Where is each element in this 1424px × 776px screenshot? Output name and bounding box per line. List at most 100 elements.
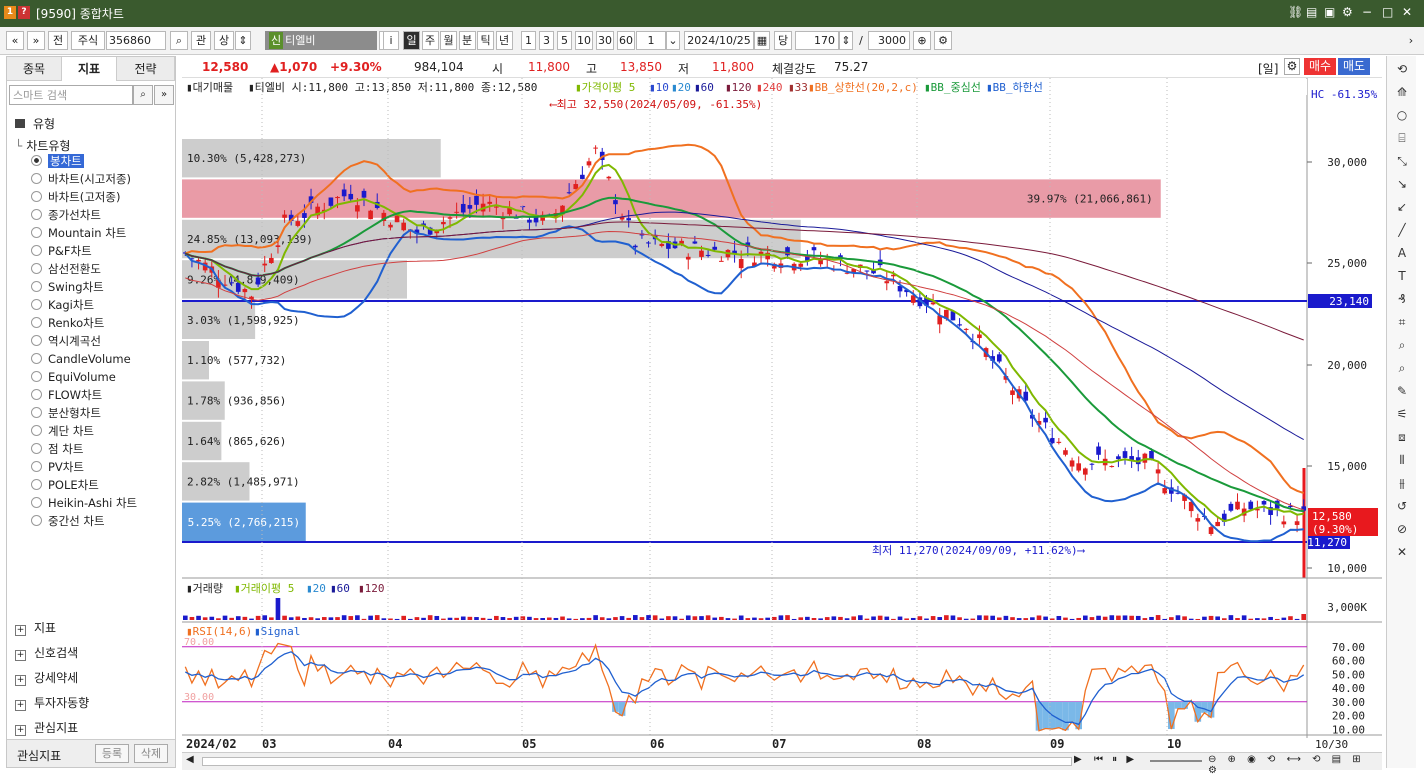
magnify-icon[interactable]: ⌕	[1393, 336, 1411, 354]
scroll-icon[interactable]: ⟰	[1393, 83, 1411, 101]
radio-icon[interactable]	[31, 245, 42, 256]
radio-icon[interactable]	[31, 479, 42, 490]
toolbar-more-button[interactable]: ›	[1404, 31, 1418, 50]
market-select[interactable]: 주식	[71, 31, 105, 50]
tab-indicator[interactable]: 지표	[62, 57, 117, 81]
radio-icon[interactable]	[31, 371, 42, 382]
chart-settings-icon[interactable]: ⚙	[934, 31, 952, 50]
chart-type-2[interactable]: 바차트(고저종)	[31, 189, 120, 206]
chart-type-7[interactable]: Swing차트	[31, 279, 104, 296]
expand-icon[interactable]: +	[15, 675, 26, 686]
minute-button-1[interactable]: 1	[521, 31, 536, 50]
text-auto-icon[interactable]: A	[1393, 244, 1411, 262]
maximize-icon[interactable]: □	[1382, 5, 1393, 19]
undo-icon[interactable]: ↺	[1393, 497, 1411, 515]
tab-stock[interactable]: 종목	[7, 57, 62, 81]
refresh-icon[interactable]: ⟲	[1393, 60, 1411, 78]
period-button-0[interactable]: 일	[403, 31, 420, 50]
chart-type-10[interactable]: 역시계곡선	[31, 333, 101, 350]
zoom-slider[interactable]	[1150, 760, 1202, 762]
sell-button[interactable]: 매도	[1338, 58, 1370, 75]
bars-icon[interactable]: ⫴	[1393, 451, 1411, 469]
radio-icon[interactable]	[31, 209, 42, 220]
chart-type-18[interactable]: POLE차트	[31, 477, 99, 494]
fib-icon[interactable]: ⧈	[1393, 428, 1411, 446]
radio-icon[interactable]	[31, 227, 42, 238]
zoom-in-icon[interactable]: ⌕	[1393, 359, 1411, 377]
chart-type-12[interactable]: EquiVolume	[31, 369, 116, 386]
chart-type-5[interactable]: P&F차트	[31, 243, 92, 260]
section-1[interactable]: + 신호검색	[15, 644, 78, 661]
chart-type-16[interactable]: 점 차트	[31, 441, 83, 458]
scroll-right-icon[interactable]: ▶	[1074, 754, 1082, 765]
expand-icon[interactable]: +	[15, 725, 26, 736]
clear-icon[interactable]: ⊘	[1393, 520, 1411, 538]
date-input[interactable]: 2024/10/25	[684, 31, 754, 50]
chart-type-14[interactable]: 분산형차트	[31, 405, 101, 422]
radio-icon[interactable]	[31, 299, 42, 310]
minimize-icon[interactable]: −	[1362, 5, 1372, 19]
gwan-button[interactable]: 관	[191, 31, 211, 50]
radio-icon[interactable]	[31, 173, 42, 184]
radio-icon[interactable]	[31, 263, 42, 274]
chart-svg[interactable]: 10.30% (5,428,273) 39.97% (21,066,861) 24.…	[182, 78, 1382, 752]
draw-icon[interactable]: ✎	[1393, 382, 1411, 400]
buy-button[interactable]: 매수	[1304, 58, 1336, 75]
bar-tool-icon[interactable]: ⌸	[1393, 129, 1411, 147]
dang-button[interactable]: 당	[774, 31, 792, 50]
close-icon[interactable]: ✕	[1402, 5, 1412, 19]
bottom-scroll-bar[interactable]: ◀ ▶ ⏮ ⏸ ▶ ⊖ ⊕ ◉ ⟲ ⟷ ⟲ ▤ ⊞ ⚙	[182, 752, 1382, 776]
register-button[interactable]: 등록	[95, 744, 129, 763]
line-icon[interactable]: ╱	[1393, 221, 1411, 239]
bars-input[interactable]: 170	[795, 31, 839, 50]
tab-strategy[interactable]: 전략	[117, 57, 175, 81]
smart-search-input[interactable]: 스마트 검색	[9, 85, 133, 105]
period-button-4[interactable]: 틱	[477, 31, 494, 50]
expand-icon[interactable]: +	[15, 625, 26, 636]
radio-icon[interactable]	[31, 155, 42, 166]
period-button-3[interactable]: 분	[458, 31, 476, 50]
radio-icon[interactable]	[31, 461, 42, 472]
section-2[interactable]: + 강세약세	[15, 669, 78, 686]
trend-icon[interactable]: ↙	[1393, 198, 1411, 216]
arrow-icon[interactable]: ↘	[1393, 175, 1411, 193]
prev-stock-button[interactable]: «	[6, 31, 24, 50]
settings-icon[interactable]: ⚙	[1342, 5, 1353, 19]
scrollbar-track[interactable]	[202, 757, 1072, 766]
period-button-5[interactable]: 년	[495, 31, 513, 50]
zoom-controls[interactable]: ⊖ ⊕ ◉ ⟲ ⟷ ⟲ ▤ ⊞ ⚙	[1208, 754, 1382, 776]
minute-button-30[interactable]: 30	[596, 31, 614, 50]
delete-icon[interactable]: ✕	[1393, 543, 1411, 561]
tree-root[interactable]: 유형	[15, 115, 55, 132]
tree-sub[interactable]: └ 차트유형	[15, 137, 70, 154]
minute-button-5[interactable]: 5	[557, 31, 572, 50]
grid-icon[interactable]: ⫵	[1393, 474, 1411, 492]
stock-name-field[interactable]: 신 티엘비	[265, 31, 377, 50]
camera-icon[interactable]: ▣	[1324, 5, 1335, 19]
bars-stepper[interactable]: ⇕	[839, 31, 853, 50]
chart-type-9[interactable]: Renko차트	[31, 315, 104, 332]
minute-button-60[interactable]: 60	[617, 31, 635, 50]
text-icon[interactable]: T	[1393, 267, 1411, 285]
chart-type-0[interactable]: 봉차트	[31, 153, 84, 170]
chart-type-4[interactable]: Mountain 차트	[31, 225, 126, 242]
chart-type-17[interactable]: PV차트	[31, 459, 84, 476]
section-3[interactable]: + 투자자동향	[15, 694, 89, 711]
radio-icon[interactable]	[31, 353, 42, 364]
layout-icon[interactable]: ▤	[1306, 5, 1317, 19]
radio-icon[interactable]	[31, 443, 42, 454]
link-icon[interactable]: ⛓	[1288, 5, 1303, 19]
chart-type-20[interactable]: 중간선 차트	[31, 513, 105, 530]
chart-type-15[interactable]: 계단 차트	[31, 423, 94, 440]
updown-stepper[interactable]: ⇕	[235, 31, 251, 50]
count-select[interactable]: 1	[636, 31, 666, 50]
section-0[interactable]: + 지표	[15, 619, 56, 636]
expand-icon[interactable]: +	[15, 650, 26, 661]
help-icon[interactable]: ?	[18, 6, 30, 19]
search-icon[interactable]: ⌕	[133, 85, 153, 105]
total-input[interactable]: 3000	[868, 31, 910, 50]
radio-icon[interactable]	[31, 317, 42, 328]
chart-type-8[interactable]: Kagi차트	[31, 297, 94, 314]
radio-icon[interactable]	[31, 425, 42, 436]
hash-icon[interactable]: ⌗	[1393, 313, 1411, 331]
